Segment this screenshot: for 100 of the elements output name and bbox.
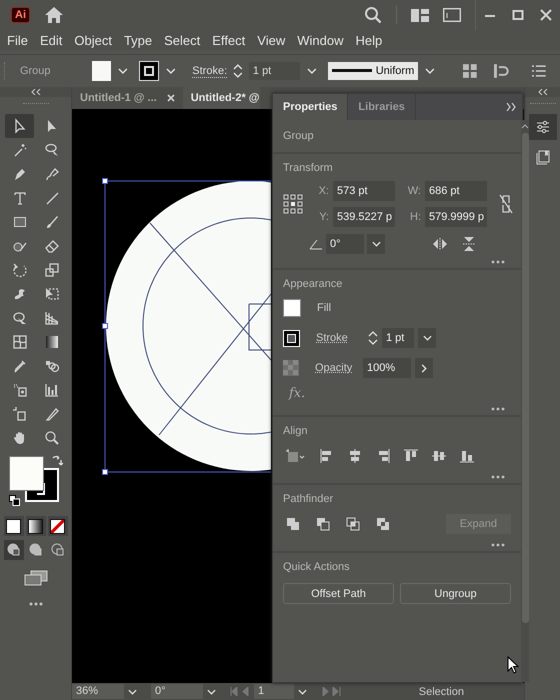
flip-vertical-icon[interactable] [463,236,475,252]
collapse-icon[interactable] [538,89,548,95]
align-horizontal-center-icon[interactable] [347,448,363,464]
menu-item[interactable]: Select [164,32,200,48]
input-field[interactable]: 686 pt [425,181,487,201]
caret-icon [422,335,432,341]
caret-icon[interactable] [207,688,216,694]
stroke-label[interactable]: Stroke [316,332,360,344]
stroke-label[interactable]: Stroke: [192,64,228,78]
section-title: Align [283,425,308,437]
artboard-field[interactable]: 1 [254,684,294,699]
scroll-thumb[interactable] [522,133,528,623]
exclude-icon[interactable] [375,516,391,532]
screen-mode-icon[interactable] [24,570,48,586]
none-mode-icon[interactable] [48,516,68,536]
opacity-slider-toggle[interactable] [415,358,433,378]
chevron-right-icon [421,364,427,372]
caret-icon[interactable] [118,68,128,74]
menu-item[interactable]: Help [355,32,382,48]
fill-swatch[interactable] [92,61,112,81]
profile-label: Uniform [376,65,414,77]
input-field[interactable]: 579.9999 p [425,207,487,227]
stepper-icon[interactable] [232,62,244,80]
swap-arrows-icon[interactable] [50,454,62,466]
align-grid-icon[interactable] [463,64,477,78]
search-icon[interactable] [364,6,382,24]
angle-dropdown[interactable] [367,234,385,254]
home-icon[interactable] [44,6,64,24]
more-tools-icon[interactable] [28,602,42,606]
panel-tab[interactable]: Properties [273,94,348,120]
gradient-mode-icon[interactable] [26,516,46,536]
opacity-label[interactable]: Opacity [315,362,359,374]
quick-action-button[interactable]: Offset Path [283,583,394,604]
stroke-swatch[interactable] [138,61,158,81]
panel-tab[interactable]: Libraries [348,94,416,120]
minus-front-icon[interactable] [315,516,331,532]
quick-action-button[interactable]: Ungroup [400,583,511,604]
rotation-angle-field[interactable]: 0° [326,234,364,254]
align-bottom-icon[interactable] [459,448,475,464]
more-options-icon[interactable] [491,260,505,264]
close-icon[interactable] [166,94,175,102]
flip-horizontal-icon[interactable] [432,238,448,250]
menu-item[interactable]: Window [297,32,344,48]
properties-sliders-icon[interactable] [528,114,556,140]
intersect-icon[interactable] [345,516,361,532]
current-tool-label: Selection [418,686,464,698]
caret-icon[interactable] [166,68,176,74]
input-field[interactable]: 539.5227 p [333,207,395,227]
align-vertical-center-icon[interactable] [431,448,447,464]
color-mode-icon[interactable] [4,516,24,536]
input-field[interactable]: 573 pt [333,181,395,201]
rotation-field[interactable]: 0° [151,684,203,699]
document-tab[interactable]: Untitled-1 @ ... [72,87,183,109]
field-label: H: [409,211,421,223]
panel-window-icon[interactable] [443,8,461,22]
caret-icon[interactable] [298,688,307,694]
default-colors-icon[interactable] [8,495,20,506]
menu-item[interactable]: Object [74,32,112,48]
collapse-icon[interactable] [30,89,40,95]
stroke-profile-dropdown[interactable]: Uniform [328,62,418,80]
menu-item[interactable]: View [257,32,286,48]
workspace-layout-icon[interactable] [411,8,429,22]
caret-icon[interactable] [425,68,436,74]
unite-icon[interactable] [285,516,301,532]
unlinked-chain-icon[interactable] [499,194,513,214]
scroll-up-icon[interactable] [521,124,529,129]
transparency-checker-icon[interactable] [283,360,299,376]
menu-item[interactable]: File [7,32,28,48]
more-options-icon[interactable] [491,475,505,479]
more-options-icon[interactable] [491,407,505,411]
more-options-icon[interactable] [491,543,505,547]
caret-icon[interactable] [306,68,317,74]
align-top-icon[interactable] [403,448,419,464]
menu-item[interactable]: Type [124,32,152,48]
stroke-weight-dropdown[interactable] [418,328,436,348]
menu-item[interactable]: Effect [212,32,246,48]
reference-point-icon[interactable] [283,194,303,214]
zoom-field[interactable]: 36% [72,684,124,699]
fill-swatch[interactable] [283,299,301,317]
expand-icon[interactable] [506,103,516,111]
menu-item[interactable]: Edit [40,32,62,48]
field-label: W: [406,185,421,197]
scrollbar[interactable] [521,120,529,682]
arrow-tool-icon[interactable] [5,114,34,138]
field-label: Y: [318,211,329,223]
draw-normal-icon[interactable] [4,540,24,560]
document-tab[interactable]: Untitled-2* @ [182,87,260,109]
selection-type-label: Group [283,130,315,142]
fill-stroke-swatch-icon[interactable] [8,456,58,502]
stepper-icon[interactable] [368,330,378,346]
section-title: Quick Actions [283,561,351,573]
app-logo: Ai [11,7,30,23]
caret-icon[interactable] [128,688,137,694]
effects-button[interactable]: fx. [289,386,511,401]
align-to-icon[interactable] [285,448,307,464]
stroke-weight-field[interactable]: 1 pt [382,328,414,348]
stroke-weight-field[interactable]: 1 pt [248,62,300,80]
angle-icon [309,238,323,250]
panel-menu-icon[interactable] [532,65,546,77]
opacity-field[interactable]: 100% [363,358,411,378]
